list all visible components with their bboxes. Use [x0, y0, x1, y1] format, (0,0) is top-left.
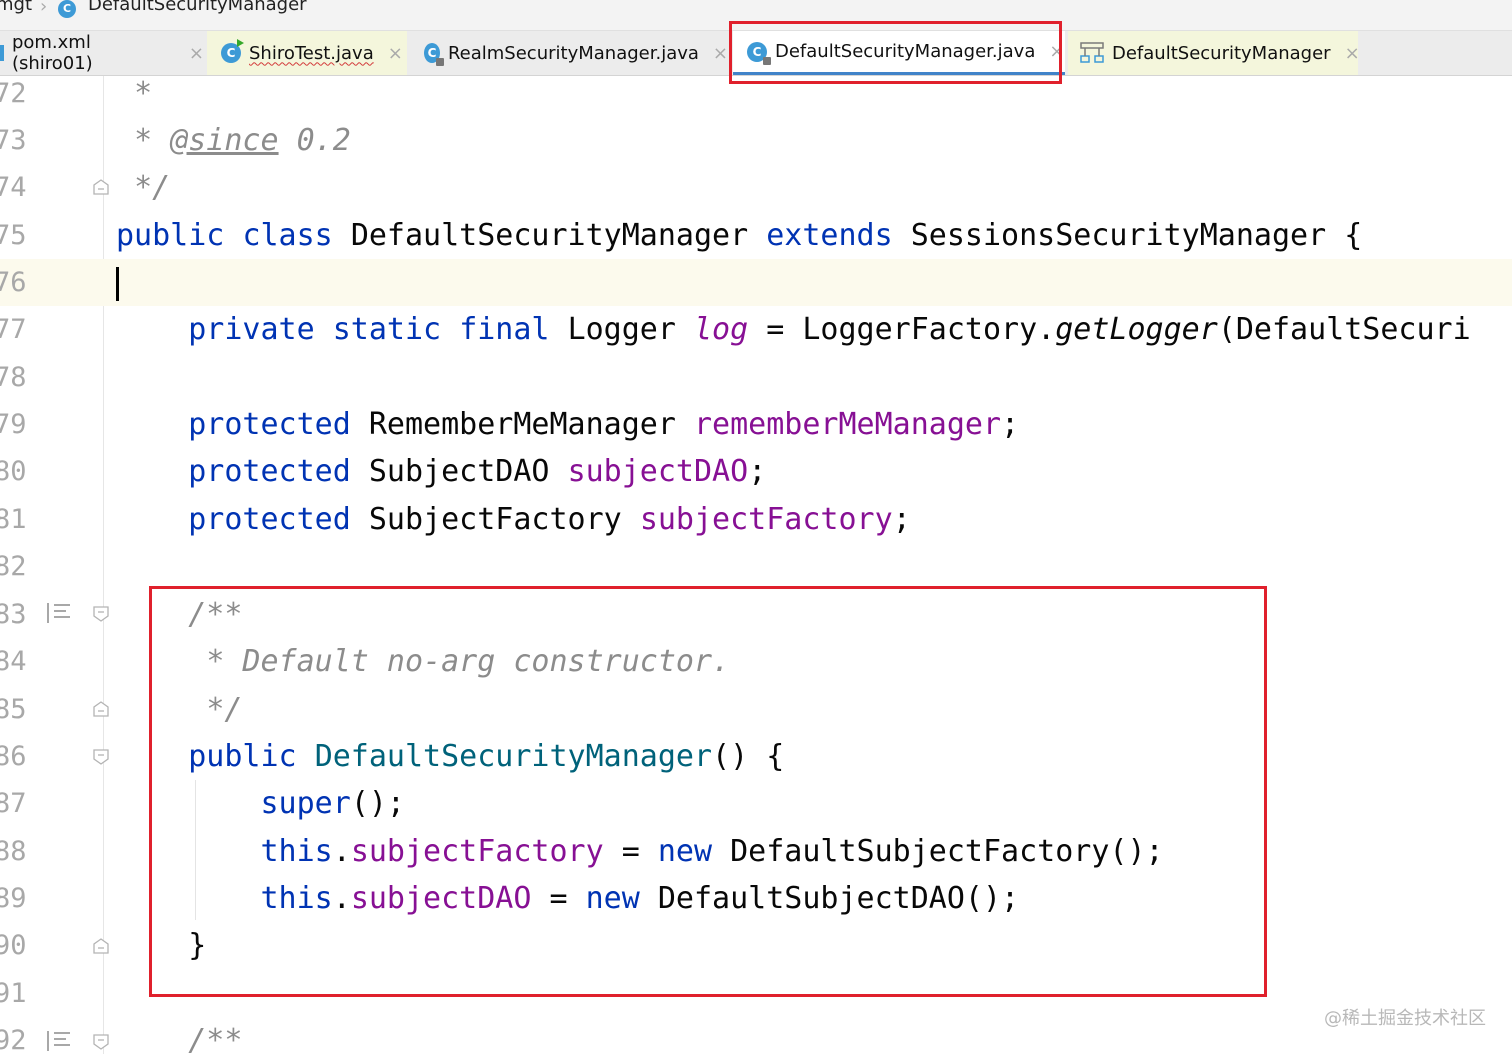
- line-number: 90: [0, 930, 27, 961]
- tab-defaultsecuritymanager-diagram[interactable]: DefaultSecurityManager ×: [1068, 31, 1360, 75]
- render-doc-icon[interactable]: [46, 1030, 72, 1052]
- code-line-92: 92 /**: [0, 1017, 1512, 1064]
- maven-icon: [0, 45, 4, 61]
- close-icon[interactable]: ×: [1345, 43, 1360, 64]
- breadcrumb-item-mgt[interactable]: mgt: [0, 0, 32, 15]
- fold-end-icon[interactable]: [92, 700, 110, 718]
- fold-start-icon[interactable]: [92, 605, 110, 623]
- fold-end-icon[interactable]: [92, 178, 110, 196]
- code-text: public class DefaultSecurityManager exte…: [116, 218, 1363, 253]
- tab-label: pom.xml (shiro01): [11, 32, 93, 74]
- code-line-75: 75 public class DefaultSecurityManager e…: [0, 212, 1512, 259]
- line-number: 80: [0, 456, 27, 487]
- line-number: 72: [0, 78, 27, 109]
- code-line-81: 81 protected SubjectFactory subjectFacto…: [0, 496, 1512, 543]
- fold-start-icon[interactable]: [92, 1033, 110, 1051]
- line-number: 74: [0, 172, 27, 203]
- code-line-76-current: 76: [0, 259, 1512, 306]
- fold-start-icon[interactable]: [92, 748, 110, 766]
- line-number: 86: [0, 741, 27, 772]
- code-line-77: 77 private static final Logger log = Log…: [0, 306, 1512, 353]
- line-number: 88: [0, 836, 27, 867]
- line-number: 73: [0, 125, 27, 156]
- code-line-73: 73 * @since 0.2: [0, 117, 1512, 164]
- tab-pom-xml[interactable]: pom.xml (shiro01) ×: [0, 31, 204, 75]
- line-number: 75: [0, 220, 27, 251]
- line-number: 87: [0, 788, 27, 819]
- library-class-icon: C: [424, 43, 444, 66]
- close-icon[interactable]: ×: [189, 43, 204, 64]
- line-number: 92: [0, 1025, 27, 1056]
- tab-label: DefaultSecurityManager: [1112, 42, 1331, 64]
- fold-end-icon[interactable]: [92, 937, 110, 955]
- code-text: private static final Logger log = Logger…: [188, 312, 1471, 347]
- chevron-right-icon: ›: [40, 0, 48, 17]
- line-number: 82: [0, 551, 27, 582]
- runnable-class-icon: C: [221, 39, 244, 63]
- diagram-icon: [1080, 42, 1104, 64]
- class-icon: C: [58, 0, 76, 18]
- tab-realmsecuritymanager-java[interactable]: C RealmSecurityManager.java ×: [410, 31, 728, 75]
- close-icon[interactable]: ×: [713, 43, 728, 64]
- code-text: /**: [188, 1023, 243, 1058]
- line-number: 77: [0, 314, 27, 345]
- line-number: 79: [0, 409, 27, 440]
- line-number: 85: [0, 694, 27, 725]
- code-line-82: 82: [0, 543, 1512, 590]
- code-text: [116, 259, 119, 306]
- code-text: protected SubjectDAO subjectDAO;: [188, 454, 767, 489]
- constructor-highlight-box: [149, 586, 1267, 997]
- line-number: 83: [0, 599, 27, 630]
- code-line-78: 78: [0, 354, 1512, 401]
- code-line-74: 74 */: [0, 164, 1512, 211]
- tab-shirotest-java[interactable]: C ShiroTest.java ×: [207, 31, 407, 75]
- tab-label: ShiroTest.java: [249, 42, 374, 64]
- code-text: */: [134, 170, 171, 205]
- text-caret: [116, 266, 119, 301]
- close-icon[interactable]: ×: [388, 43, 403, 64]
- line-number: 91: [0, 978, 27, 1009]
- line-number: 76: [0, 267, 27, 298]
- code-line-79: 79 protected RememberMeManager rememberM…: [0, 401, 1512, 448]
- code-text: protected SubjectFactory subjectFactory;: [188, 502, 911, 537]
- line-number: 78: [0, 362, 27, 393]
- render-doc-icon[interactable]: [46, 602, 72, 624]
- breadcrumb-item-class[interactable]: DefaultSecurityManager: [88, 0, 307, 15]
- code-text: *: [134, 76, 153, 111]
- watermark: @稀土掘金技术社区: [1324, 1008, 1486, 1029]
- code-line-72: 72 *: [0, 70, 1512, 117]
- code-line-80: 80 protected SubjectDAO subjectDAO;: [0, 448, 1512, 495]
- code-text: * @since 0.2: [134, 123, 351, 158]
- line-number: 89: [0, 883, 27, 914]
- code-text: protected RememberMeManager rememberMeMa…: [188, 407, 1020, 442]
- line-number: 84: [0, 646, 27, 677]
- tab-label: RealmSecurityManager.java: [447, 42, 699, 64]
- line-number: 81: [0, 504, 27, 535]
